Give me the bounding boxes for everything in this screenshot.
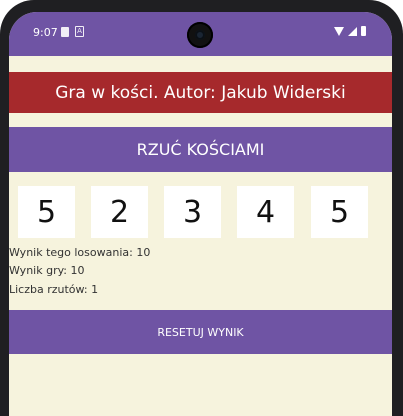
- die-3: 3: [164, 186, 221, 238]
- signal-icon: [348, 26, 357, 36]
- front-camera-icon: [187, 22, 213, 48]
- die-4: 4: [237, 186, 294, 238]
- game-score-text: Wynik gry: 10: [9, 264, 85, 277]
- system-icons: [334, 26, 366, 36]
- roll-count-text: Liczba rzutów: 1: [9, 283, 99, 296]
- app-title-bar: Gra w kości. Autor: Jakub Widerski: [9, 72, 392, 113]
- die-1: 5: [18, 186, 75, 238]
- die-5: 5: [311, 186, 368, 238]
- notification-icons: A: [61, 26, 84, 37]
- app-title: Gra w kości. Autor: Jakub Widerski: [55, 82, 346, 103]
- app-screen: 9:07 A Gra w kości. Autor: Jakub Widersk…: [9, 12, 392, 416]
- reset-score-button[interactable]: RESETUJ WYNIK: [9, 310, 392, 354]
- status-bar: 9:07 A: [9, 12, 392, 56]
- roll-dice-button[interactable]: RZUĆ KOŚCIAMI: [9, 127, 392, 172]
- app-notification-icon: A: [75, 26, 84, 37]
- die-2: 2: [91, 186, 148, 238]
- wifi-icon: [334, 26, 344, 36]
- phone-frame: 9:07 A Gra w kości. Autor: Jakub Widersk…: [0, 0, 403, 416]
- dice-row: 5 2 3 4 5: [9, 186, 392, 238]
- sim-card-icon: [61, 26, 69, 37]
- status-time: 9:07: [33, 26, 58, 39]
- roll-result-text: Wynik tego losowania: 10: [9, 246, 151, 259]
- battery-icon: [361, 26, 366, 36]
